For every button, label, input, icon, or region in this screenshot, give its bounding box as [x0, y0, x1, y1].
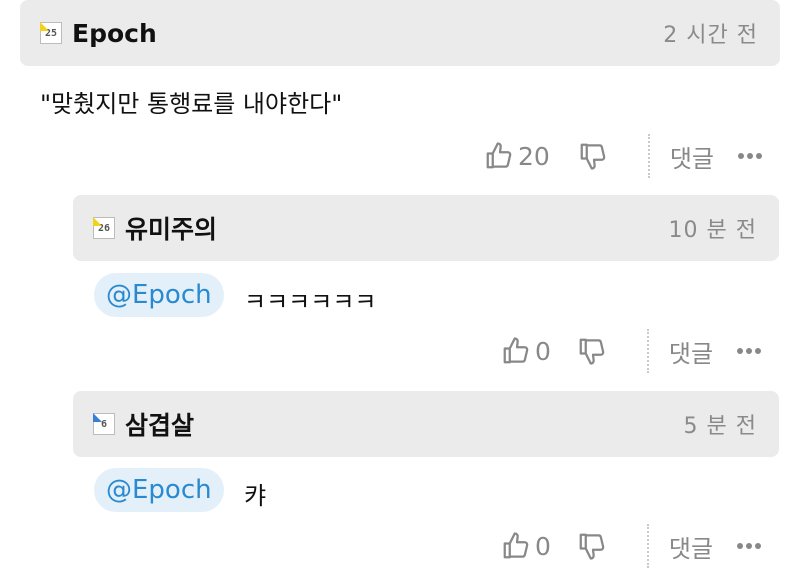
- reply-header: 6 삼겹살 5 분 전: [73, 391, 779, 457]
- comment-text: 캬: [244, 482, 267, 510]
- username[interactable]: 삼겹살: [125, 406, 194, 442]
- more-icon[interactable]: [737, 153, 762, 159]
- divider: [647, 134, 650, 178]
- comment-actions: 0 댓글: [501, 326, 762, 376]
- divider: [646, 329, 649, 373]
- comment-actions: 0 댓글: [501, 521, 762, 571]
- reply-button[interactable]: 댓글: [670, 139, 714, 174]
- level-badge: 26: [93, 217, 115, 239]
- timestamp: 2 시간 전: [663, 23, 758, 48]
- level-badge: 25: [40, 22, 62, 44]
- timestamp: 10 분 전: [668, 218, 757, 243]
- comment-text: ㅋㅋㅋㅋㅋㅋ: [244, 288, 377, 316]
- username[interactable]: 유미주의: [125, 210, 217, 246]
- reply-header: 26 유미주의 10 분 전: [73, 195, 779, 261]
- thumbs-up-icon[interactable]: [484, 141, 514, 171]
- more-icon[interactable]: [737, 543, 762, 549]
- comment-text: "맞췄지만 통행료를 내야한다": [40, 90, 343, 118]
- thumbs-down-icon[interactable]: [577, 336, 607, 366]
- reply-button[interactable]: 댓글: [669, 529, 713, 564]
- divider: [646, 524, 649, 568]
- thumbs-up-icon[interactable]: [501, 531, 531, 561]
- mention-tag[interactable]: @Epoch: [94, 273, 224, 317]
- level-corner: [93, 217, 111, 226]
- more-icon[interactable]: [737, 348, 762, 354]
- like-count: 20: [518, 141, 550, 171]
- level-badge: 6: [93, 413, 115, 435]
- level-corner: [93, 413, 111, 422]
- comment-header: 25 Epoch 2 시간 전: [20, 0, 780, 66]
- level-corner: [40, 22, 58, 31]
- mention-tag[interactable]: @Epoch: [94, 468, 224, 512]
- username[interactable]: Epoch: [72, 19, 157, 48]
- comment-actions: 20 댓글: [484, 131, 762, 181]
- like-count: 0: [535, 531, 551, 561]
- reply-button[interactable]: 댓글: [669, 334, 713, 369]
- like-count: 0: [535, 336, 551, 366]
- thumbs-down-icon[interactable]: [577, 531, 607, 561]
- thumbs-up-icon[interactable]: [501, 336, 531, 366]
- timestamp: 5 분 전: [683, 414, 757, 439]
- thumbs-down-icon[interactable]: [578, 141, 608, 171]
